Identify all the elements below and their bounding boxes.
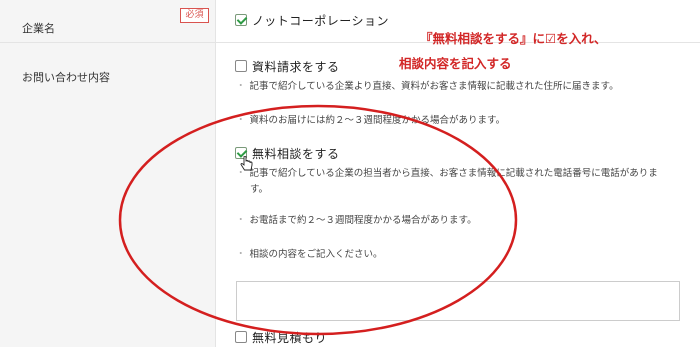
company-checkbox[interactable]: [235, 14, 247, 26]
consult-note-2: ・お電話まで約２〜３週間程度かかる場合があります。: [236, 215, 477, 226]
document-request-label[interactable]: 資料請求をする: [252, 58, 340, 75]
company-label: 企業名: [22, 22, 55, 35]
consult-content-textarea[interactable]: [236, 281, 680, 321]
document-request-checkbox[interactable]: [235, 60, 247, 72]
consult-note-1-continued: す。: [250, 184, 269, 195]
free-consult-label[interactable]: 無料相談をする: [252, 145, 340, 162]
consult-note-3: ・相談の内容をご記入ください。: [236, 249, 383, 260]
hand-cursor-icon: [240, 156, 253, 171]
consult-note-1: ・記事で紹介している企業の担当者から直接、お客さま情報に記載された電話番号に電話…: [236, 168, 658, 179]
label-column: [0, 0, 215, 347]
document-note-2: ・資料のお届けには約２〜３週間程度かかる場合があります。: [236, 115, 506, 126]
annotation-line-2: 相談内容を記入する: [399, 56, 512, 71]
free-estimate-label[interactable]: 無料見積もり: [252, 329, 327, 346]
annotation-line-1: 『無料相談をする』に☑を入れ、: [420, 31, 607, 46]
column-divider: [215, 0, 216, 347]
required-badge: 必須: [180, 8, 209, 23]
free-estimate-checkbox[interactable]: [235, 331, 247, 343]
company-option-label[interactable]: ノットコーポレーション: [252, 12, 389, 29]
inquiry-label: お問い合わせ内容: [22, 71, 110, 84]
document-note-1: ・記事で紹介している企業より直接、資料がお客さま情報に記載された住所に届きます。: [236, 81, 619, 92]
